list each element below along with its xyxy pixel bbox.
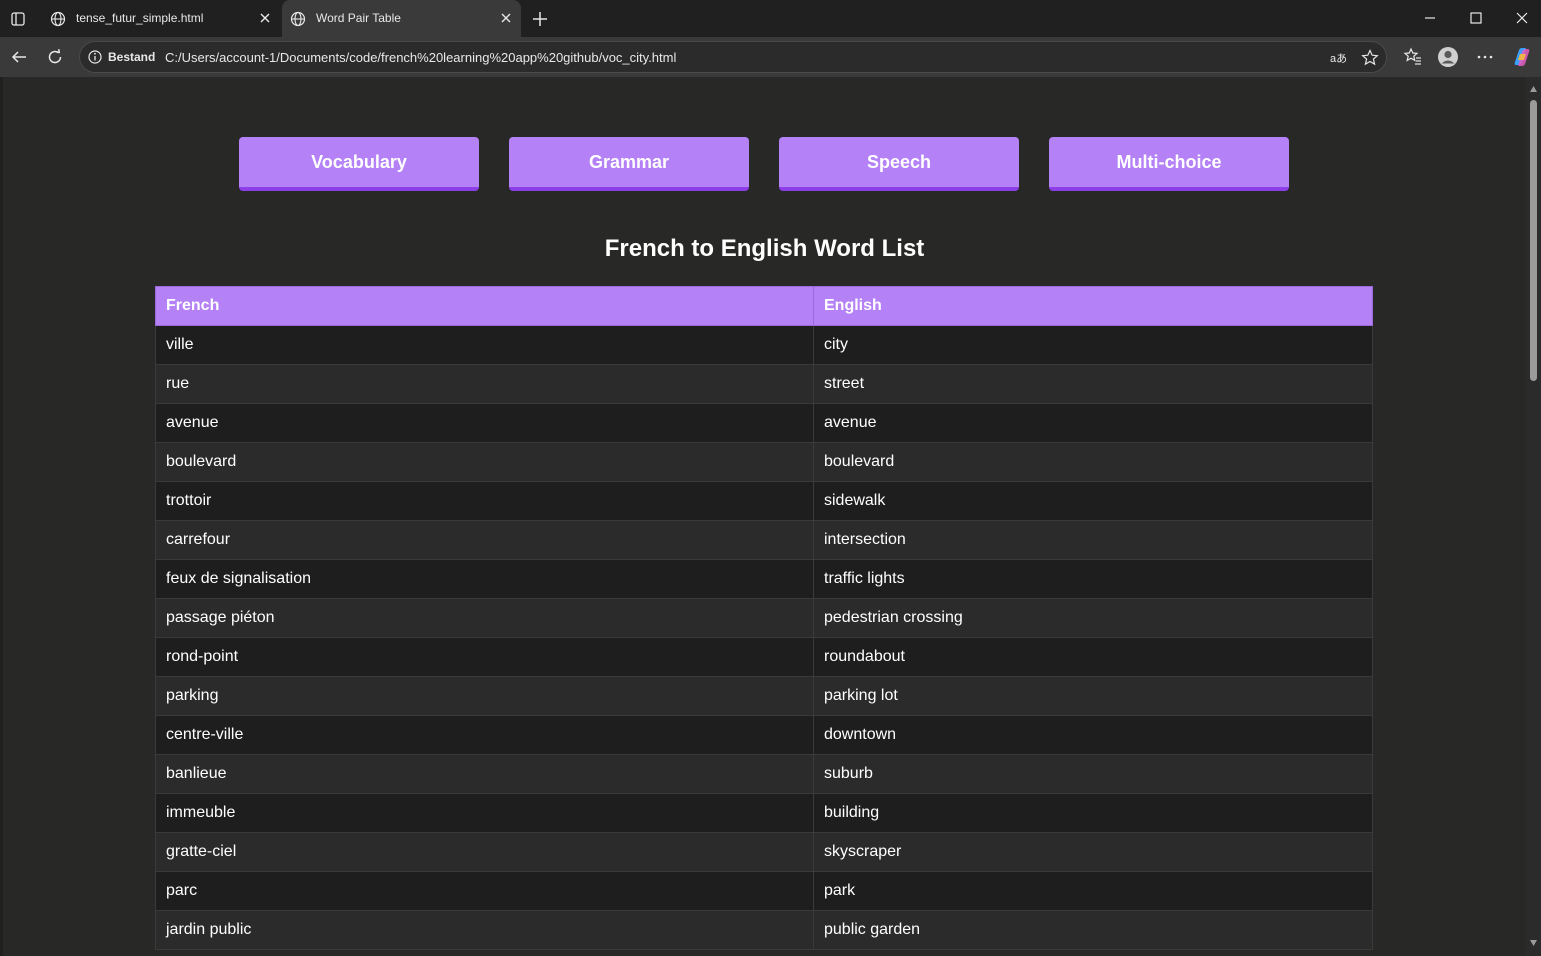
table-header-row: French English <box>155 286 1373 326</box>
grammar-button[interactable]: Grammar <box>509 137 749 191</box>
table-row: avenue avenue <box>155 403 1373 443</box>
french-word-cell: parc <box>155 871 814 911</box>
table-row: parking parking lot <box>155 676 1373 716</box>
read-aloud-icon[interactable]: aあ <box>1328 48 1348 68</box>
english-word-cell: building <box>813 793 1373 833</box>
column-header-english: English <box>813 286 1373 326</box>
tab-word-pair-table[interactable]: Word Pair Table <box>282 0 521 37</box>
tab-title: Word Pair Table <box>316 11 401 25</box>
table-row: rond-point roundabout <box>155 637 1373 677</box>
table-row: jardin public public garden <box>155 910 1373 950</box>
table-row: boulevard boulevard <box>155 442 1373 482</box>
table-body: ville city rue street avenue avenue boulevard b… <box>155 325 1373 950</box>
english-word-cell: skyscraper <box>813 832 1373 872</box>
french-word-cell: rue <box>155 364 814 404</box>
table-row: centre-ville downtown <box>155 715 1373 755</box>
french-word-cell: banlieue <box>155 754 814 794</box>
english-word-cell: suburb <box>813 754 1373 794</box>
scroll-down-icon[interactable] <box>1529 939 1538 947</box>
scroll-thumb[interactable] <box>1530 100 1537 381</box>
french-word-cell: centre-ville <box>155 715 814 755</box>
globe-icon <box>290 11 306 27</box>
english-word-cell: public garden <box>813 910 1373 950</box>
table-row: parc park <box>155 871 1373 911</box>
copilot-icon[interactable] <box>1511 46 1533 68</box>
table-row: banlieue suburb <box>155 754 1373 794</box>
globe-icon <box>50 11 66 27</box>
french-word-cell: carrefour <box>155 520 814 560</box>
english-word-cell: intersection <box>813 520 1373 560</box>
reload-button[interactable] <box>44 46 66 68</box>
info-icon[interactable] <box>88 50 102 64</box>
tab-strip: tense_futur_simple.html Word Pair Table <box>0 0 1541 37</box>
table-row: gratte-ciel skyscraper <box>155 832 1373 872</box>
english-word-cell: roundabout <box>813 637 1373 677</box>
french-word-cell: gratte-ciel <box>155 832 814 872</box>
more-menu-icon[interactable] <box>1474 46 1496 68</box>
multi-choice-button[interactable]: Multi-choice <box>1049 137 1289 191</box>
arrow-left-icon <box>11 51 26 63</box>
english-word-cell: avenue <box>813 403 1373 443</box>
back-button[interactable] <box>8 46 30 68</box>
minimize-icon[interactable] <box>1420 8 1440 28</box>
french-word-cell: feux de signalisation <box>155 559 814 599</box>
site-info-label[interactable]: Bestand <box>108 50 155 64</box>
tab-title: tense_futur_simple.html <box>76 11 204 25</box>
french-word-cell: parking <box>155 676 814 716</box>
reload-icon <box>48 49 62 64</box>
page-scrollbar[interactable] <box>1526 77 1541 956</box>
scroll-up-icon[interactable] <box>1529 85 1538 93</box>
speech-button[interactable]: Speech <box>779 137 1019 191</box>
close-icon[interactable] <box>499 11 513 25</box>
table-row: passage piéton pedestrian crossing <box>155 598 1373 638</box>
english-word-cell: traffic lights <box>813 559 1373 599</box>
english-word-cell: parking lot <box>813 676 1373 716</box>
profile-avatar-icon[interactable] <box>1437 46 1459 68</box>
table-row: rue street <box>155 364 1373 404</box>
page-viewport: Vocabulary Grammar Speech Multi-choice F… <box>3 77 1526 956</box>
french-word-cell: immeuble <box>155 793 814 833</box>
new-tab-icon[interactable] <box>530 9 550 29</box>
french-word-cell: jardin public <box>155 910 814 950</box>
vocabulary-button[interactable]: Vocabulary <box>239 137 479 191</box>
english-word-cell: pedestrian crossing <box>813 598 1373 638</box>
url-text[interactable]: C:/Users/account-1/Documents/code/french… <box>165 50 676 65</box>
close-icon[interactable] <box>258 11 272 25</box>
page-title: French to English Word List <box>604 235 925 262</box>
english-word-cell: downtown <box>813 715 1373 755</box>
table-row: feux de signalisation traffic lights <box>155 559 1373 599</box>
french-word-cell: avenue <box>155 403 814 443</box>
tab-actions-icon[interactable] <box>8 9 28 29</box>
favorites-icon[interactable] <box>1402 46 1424 68</box>
address-bar[interactable]: Bestand C:/Users/account-1/Documents/cod… <box>79 41 1387 73</box>
svg-text:aあ: aあ <box>1330 52 1347 65</box>
english-word-cell: city <box>813 325 1373 365</box>
tab-tense-futur-simple[interactable]: tense_futur_simple.html <box>42 0 280 37</box>
french-word-cell: rond-point <box>155 637 814 677</box>
window-close-icon[interactable] <box>1512 8 1532 28</box>
english-word-cell: boulevard <box>813 442 1373 482</box>
english-word-cell: sidewalk <box>813 481 1373 521</box>
browser-toolbar: Bestand C:/Users/account-1/Documents/cod… <box>0 37 1541 77</box>
column-header-french: French <box>155 286 814 326</box>
english-word-cell: street <box>813 364 1373 404</box>
table-row: carrefour intersection <box>155 520 1373 560</box>
french-word-cell: trottoir <box>155 481 814 521</box>
table-row: ville city <box>155 325 1373 365</box>
maximize-icon[interactable] <box>1466 8 1486 28</box>
table-row: immeuble building <box>155 793 1373 833</box>
french-word-cell: passage piéton <box>155 598 814 638</box>
english-word-cell: park <box>813 871 1373 911</box>
french-word-cell: boulevard <box>155 442 814 482</box>
favorite-star-icon[interactable] <box>1360 48 1380 68</box>
french-word-cell: ville <box>155 325 814 365</box>
word-pair-table: French English ville city rue street avenue a… <box>155 286 1373 950</box>
table-row: trottoir sidewalk <box>155 481 1373 521</box>
